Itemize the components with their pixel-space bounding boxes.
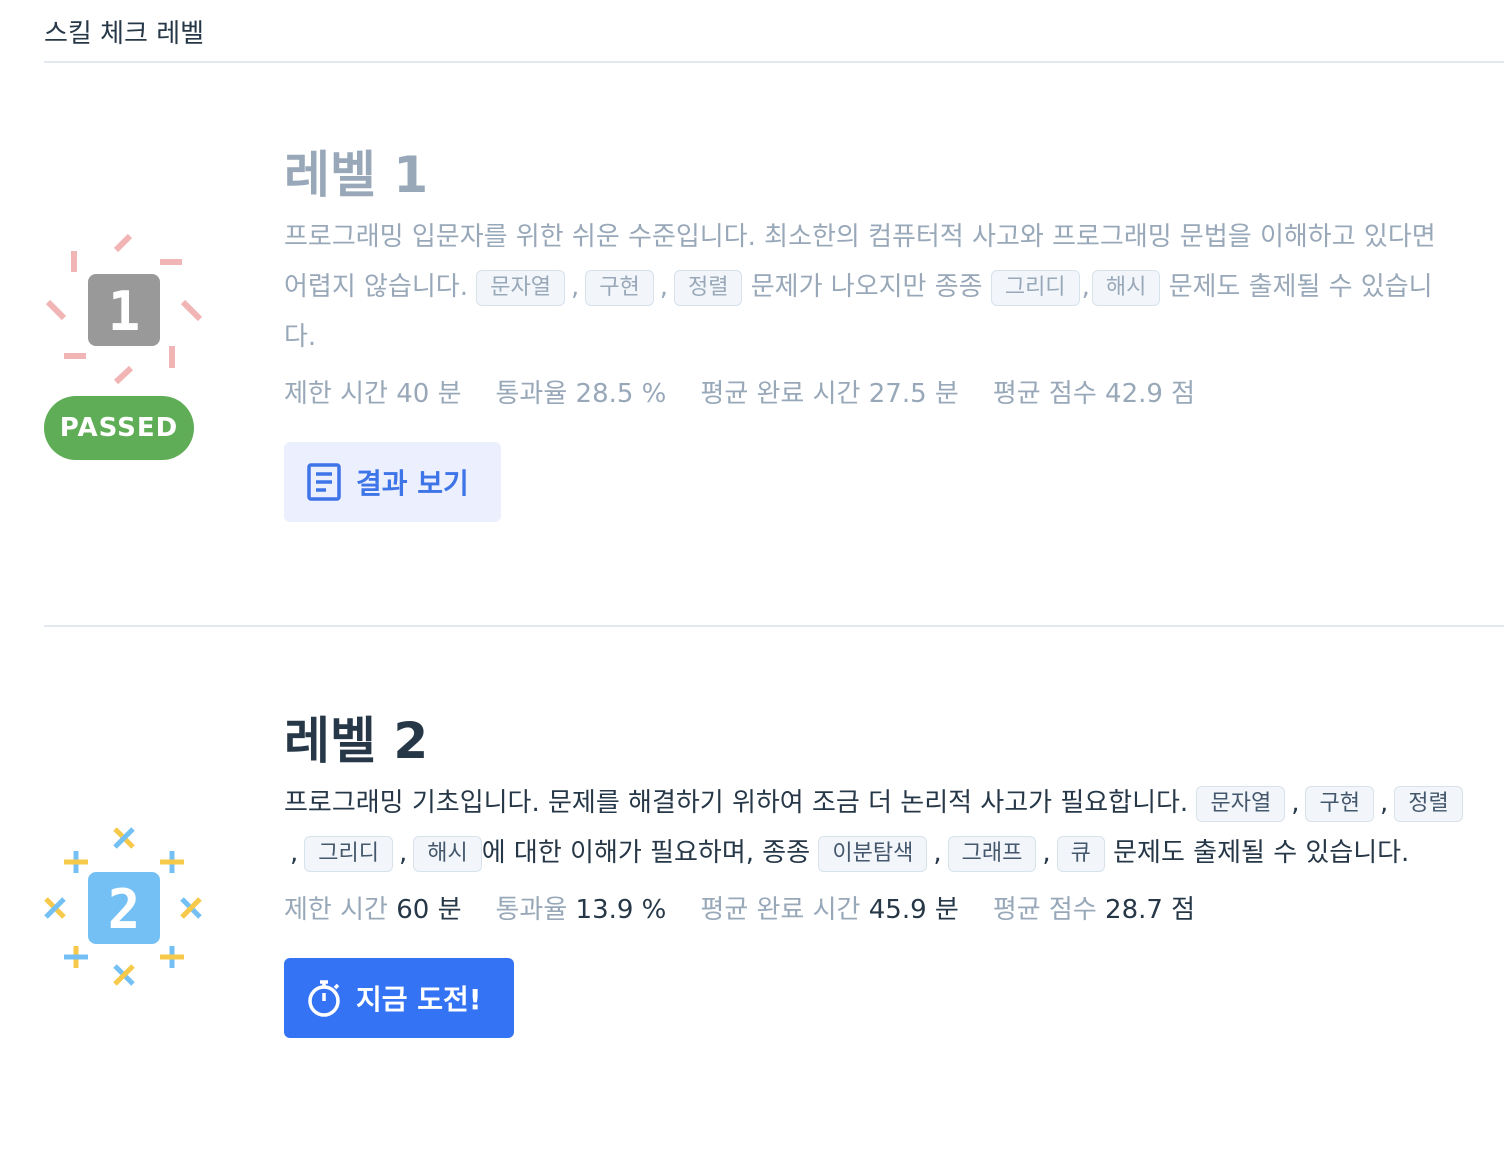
tag-binary-search: 이분탐색 bbox=[818, 835, 928, 872]
tag-hash: 해시 bbox=[1091, 269, 1161, 306]
level-1-burst-icon: 1 bbox=[45, 233, 203, 385]
level-2-stats: 제한 시간 60 분 통과율 13.9 % 평균 완료 시간 45.9 분 평균… bbox=[284, 890, 1464, 930]
tag-sort: 정렬 bbox=[674, 269, 743, 306]
level-2-sparkle-icon: 2 bbox=[44, 827, 202, 986]
stat-time-limit: 제한 시간 60 분 bbox=[284, 895, 462, 925]
tag-implementation: 구현 bbox=[1305, 785, 1374, 822]
tag-sort: 정렬 bbox=[1394, 785, 1463, 822]
tag-string: 문자열 bbox=[1196, 785, 1286, 822]
level-2-desc-after: 문제도 출제될 수 있습니다. bbox=[1113, 838, 1410, 868]
level-1-content: 레벨 1 프로그래밍 입문자를 위한 쉬운 수준입니다. 최소한의 컴퓨터적 사… bbox=[284, 140, 1464, 522]
level-2-description: 프로그래밍 기초입니다. 문제를 해결하기 위하여 조금 더 논리적 사고가 필… bbox=[284, 778, 1464, 878]
stat-pass-rate: 통과율 28.5 % bbox=[495, 379, 667, 409]
level-1-badge: 1 bbox=[40, 226, 210, 396]
page-title: 스킬 체크 레벨 bbox=[44, 19, 205, 49]
level-divider bbox=[44, 625, 1504, 627]
tag-graph: 그래프 bbox=[947, 835, 1037, 872]
stopwatch-icon bbox=[308, 980, 340, 1017]
tag-queue: 큐 bbox=[1056, 835, 1105, 872]
tag-hash: 해시 bbox=[413, 835, 482, 872]
tag-greedy: 그리디 bbox=[990, 269, 1080, 306]
stat-pass-rate: 통과율 13.9 % bbox=[495, 895, 667, 925]
view-result-button[interactable]: 결과 보기 bbox=[284, 442, 501, 522]
level-2-desc-middle: 에 대한 이해가 필요하며, 종종 bbox=[481, 838, 811, 868]
level-2-title: 레벨 2 bbox=[284, 712, 429, 770]
document-icon bbox=[307, 463, 341, 501]
stat-avg-time: 평균 완료 시간 27.5 분 bbox=[700, 379, 959, 409]
level-1-desc-middle: 문제가 나오지만 종종 bbox=[750, 272, 983, 302]
view-result-label: 결과 보기 bbox=[356, 467, 469, 500]
level-2-content: 레벨 2 프로그래밍 기초입니다. 문제를 해결하기 위하여 조금 더 논리적 … bbox=[284, 706, 1464, 1038]
level-1-title: 레벨 1 bbox=[284, 146, 429, 204]
level-1-description: 프로그래밍 입문자를 위한 쉬운 수준입니다. 최소한의 컴퓨터적 사고와 프로… bbox=[284, 222, 1436, 352]
level-1-badge-number: 1 bbox=[108, 280, 141, 343]
level-1-stats: 제한 시간 40 분 통과율 28.5 % 평균 완료 시간 27.5 분 평균… bbox=[284, 374, 1464, 414]
tag-greedy: 그리디 bbox=[304, 835, 393, 872]
start-challenge-button[interactable]: 지금 도전! bbox=[284, 958, 514, 1038]
stat-avg-score: 평균 점수 42.9 점 bbox=[992, 379, 1196, 409]
stat-time-limit: 제한 시간 40 분 bbox=[284, 379, 462, 409]
level-2-badge-number: 2 bbox=[108, 878, 141, 941]
passed-badge: PASSED bbox=[44, 396, 194, 460]
stat-avg-time: 평균 완료 시간 45.9 분 bbox=[700, 895, 959, 925]
level-2-badge: 2 bbox=[40, 824, 210, 994]
start-challenge-label: 지금 도전! bbox=[356, 983, 482, 1016]
header-divider bbox=[44, 61, 1504, 63]
level-2-desc-text: 프로그래밍 기초입니다. 문제를 해결하기 위하여 조금 더 논리적 사고가 필… bbox=[284, 788, 1189, 818]
tag-string: 문자열 bbox=[476, 269, 565, 306]
stat-avg-score: 평균 점수 28.7 점 bbox=[992, 895, 1196, 925]
tag-implementation: 구현 bbox=[585, 269, 654, 306]
